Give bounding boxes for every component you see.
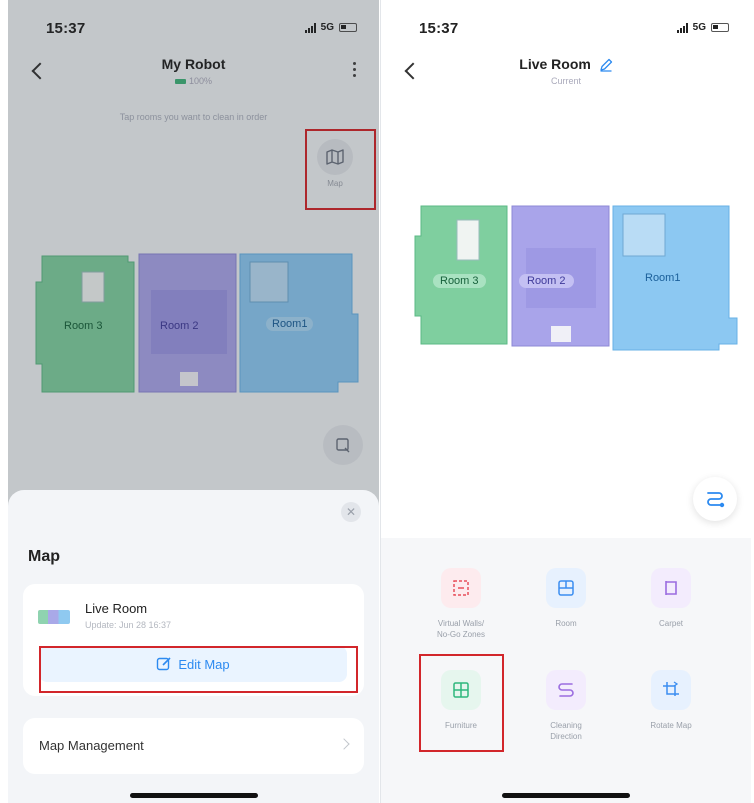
tool-carpet[interactable]: Carpet bbox=[621, 568, 721, 629]
left-phone-screen: 15:37 5G My Robot 100% Tap rooms you wan… bbox=[8, 0, 379, 803]
map-title: Live Room bbox=[519, 56, 591, 72]
room-3-label: Room 3 bbox=[433, 274, 486, 288]
tool-label: Carpet bbox=[658, 619, 683, 628]
room-1-label: Room1 bbox=[645, 272, 681, 284]
tool-label: Cleaning Direction bbox=[550, 721, 582, 741]
map-status: Current bbox=[550, 76, 581, 86]
home-indicator[interactable] bbox=[129, 793, 258, 798]
right-phone-screen: 15:37 5G Live Room Current Room 3 Room 2… bbox=[380, 0, 751, 803]
room-2-label: Room 2 bbox=[519, 274, 574, 288]
tool-rotate-map[interactable]: Rotate Map bbox=[621, 670, 721, 731]
status-bar: 15:37 5G bbox=[381, 20, 751, 40]
highlight-furniture-tool bbox=[419, 654, 504, 752]
cleaning-direction-icon bbox=[546, 670, 586, 710]
map-updated: Update: Jun 28 16:37 bbox=[85, 620, 172, 630]
tool-label: Rotate Map bbox=[650, 721, 692, 730]
virtual-wall-icon bbox=[441, 568, 481, 608]
carpet-icon bbox=[651, 568, 691, 608]
map-management-label: Map Management bbox=[39, 738, 144, 753]
room-icon bbox=[546, 568, 586, 608]
map-management-row[interactable]: Map Management bbox=[23, 718, 364, 774]
tool-virtual-walls[interactable]: Virtual Walls/ No-Go Zones bbox=[411, 568, 511, 640]
highlight-edit-map-button bbox=[39, 646, 358, 693]
network-type: 5G bbox=[692, 22, 706, 33]
signal-icon bbox=[676, 22, 688, 33]
tool-room[interactable]: Room bbox=[516, 568, 616, 629]
status-time: 15:37 bbox=[419, 20, 459, 37]
sheet-title: Map bbox=[28, 548, 60, 565]
rotate-map-icon bbox=[651, 670, 691, 710]
close-icon[interactable]: ✕ bbox=[341, 502, 361, 522]
map-name: Live Room bbox=[85, 601, 148, 616]
status-indicators: 5G bbox=[676, 22, 729, 33]
battery-icon bbox=[711, 23, 729, 32]
chevron-right-icon bbox=[338, 738, 350, 750]
page-title: Live Room bbox=[381, 56, 751, 72]
map-thumbnail bbox=[38, 610, 70, 624]
nav-bar: Live Room Current bbox=[381, 52, 751, 98]
rename-pencil-icon[interactable] bbox=[599, 58, 613, 72]
home-indicator[interactable] bbox=[502, 793, 630, 798]
tool-label: Room bbox=[555, 619, 577, 628]
tool-label: Virtual Walls/ No-Go Zones bbox=[436, 619, 486, 639]
route-icon bbox=[707, 492, 725, 508]
tool-cleaning-direction[interactable]: Cleaning Direction bbox=[516, 670, 616, 742]
route-fab-button[interactable] bbox=[693, 477, 737, 521]
